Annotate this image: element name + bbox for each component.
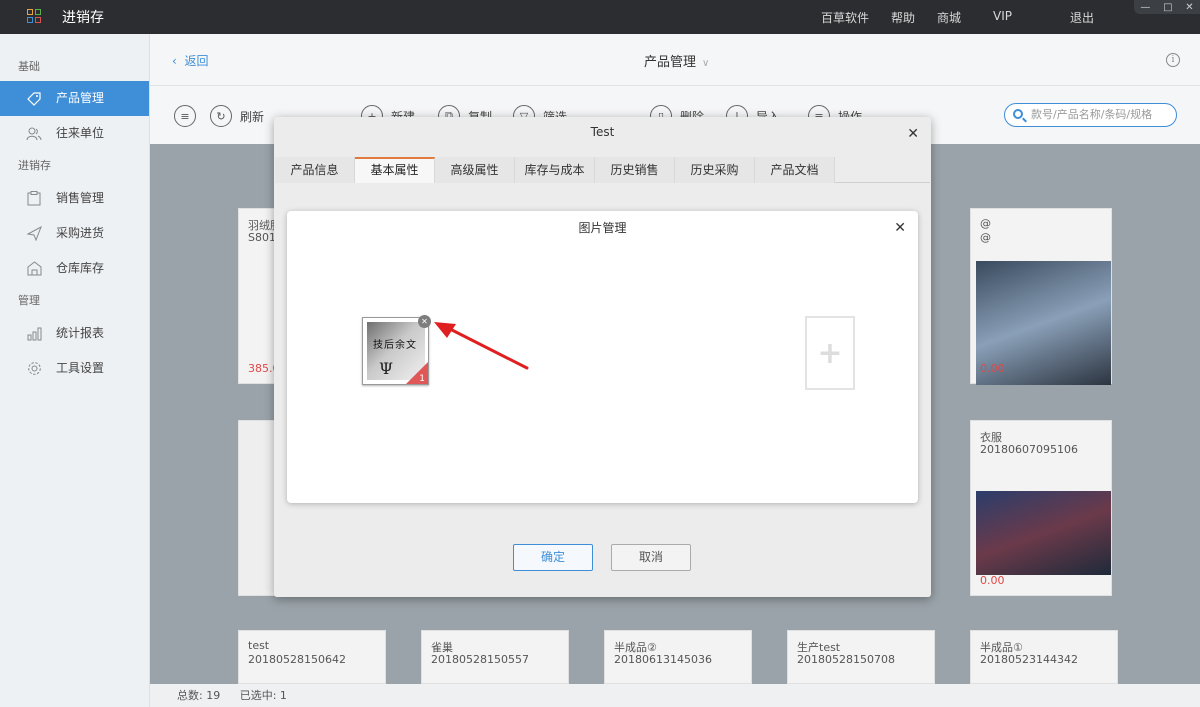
product-code: 20180528150642: [248, 653, 346, 666]
product-code: 20180523144342: [980, 653, 1078, 666]
app-logo-icon: [27, 9, 41, 23]
sidebar-item-label: 往来单位: [56, 126, 105, 140]
search-input[interactable]: 款号/产品名称/条码/规格: [1004, 103, 1177, 127]
bar-chart-icon: [26, 326, 42, 342]
product-code: 20180613145036: [614, 653, 712, 666]
menu-button[interactable]: ≡: [174, 105, 204, 127]
tab-product-docs[interactable]: 产品文档: [755, 157, 835, 183]
sidebar-item-products[interactable]: 产品管理: [0, 81, 149, 116]
thumbnail-caption: 技后余文: [373, 340, 417, 351]
search-placeholder: 款号/产品名称/条码/规格: [1031, 108, 1153, 121]
add-image-button[interactable]: +: [805, 316, 855, 390]
chevron-down-icon: ∨: [702, 58, 710, 69]
close-icon[interactable]: ✕: [907, 126, 919, 142]
close-window-icon[interactable]: ✕: [1185, 2, 1193, 13]
refresh-icon: ↻: [210, 105, 232, 127]
product-card[interactable]: 衣服 20180607095106 0.00: [970, 420, 1112, 596]
maximize-icon[interactable]: □: [1163, 2, 1172, 13]
product-price: 0.00: [980, 574, 1005, 587]
image-manager-dialog: 图片管理 ✕ 技后余文 Ψ 1 ✕ +: [287, 211, 918, 503]
back-button[interactable]: ‹ 返回: [172, 52, 208, 69]
sidebar-section-manage: 管理: [18, 294, 40, 307]
tab-advanced-attributes[interactable]: 高级属性: [435, 157, 515, 183]
cancel-button[interactable]: 取消: [611, 544, 691, 571]
search-icon: [1013, 109, 1023, 119]
product-card[interactable]: 半成品① 20180523144342: [970, 630, 1118, 684]
plane-icon: [26, 226, 42, 242]
sidebar-item-reports[interactable]: 统计报表: [0, 316, 149, 351]
list-icon: ≡: [174, 105, 196, 127]
sidebar-section-basic: 基础: [18, 60, 40, 73]
tab-purchase-history[interactable]: 历史采购: [675, 157, 755, 183]
tab-basic-attributes[interactable]: 基本属性: [355, 157, 435, 183]
dialog-tabs: 产品信息 基本属性 高级属性 库存与成本 历史销售 历史采购 产品文档: [275, 157, 930, 183]
link-store[interactable]: 商城: [937, 9, 961, 26]
tab-sales-history[interactable]: 历史销售: [595, 157, 675, 183]
product-name: @: [980, 217, 991, 230]
app-title: 进销存: [62, 10, 104, 26]
sidebar-item-label: 销售管理: [56, 191, 105, 205]
link-logout[interactable]: 退出: [1070, 9, 1094, 26]
page-title[interactable]: 产品管理 ∨: [644, 51, 709, 70]
minimize-icon[interactable]: —: [1140, 2, 1150, 13]
product-code: 20180528150557: [431, 653, 529, 666]
product-card[interactable]: @ @ 0.00: [970, 208, 1112, 385]
tab-stock-cost[interactable]: 库存与成本: [515, 157, 595, 183]
back-label: 返回: [184, 54, 209, 68]
warehouse-icon: [26, 261, 42, 277]
image-manager-title: 图片管理: [578, 221, 627, 235]
sidebar-item-settings[interactable]: 工具设置: [0, 351, 149, 386]
clipboard-icon: [26, 191, 42, 207]
sidebar-item-label: 统计报表: [56, 326, 105, 340]
tab-product-info[interactable]: 产品信息: [275, 157, 355, 183]
refresh-label: 刷新: [240, 109, 265, 124]
info-icon[interactable]: i: [1166, 53, 1180, 67]
product-card[interactable]: 生产test 20180528150708: [787, 630, 935, 684]
image-thumbnail[interactable]: 技后余文 Ψ 1: [362, 317, 429, 385]
window-controls: — □ ✕: [1134, 0, 1200, 14]
close-icon[interactable]: ✕: [894, 220, 906, 236]
page-title-text: 产品管理: [644, 55, 697, 70]
sidebar-item-warehouse[interactable]: 仓库库存: [0, 251, 149, 286]
plus-icon: +: [817, 335, 843, 371]
sidebar-section-inventory: 进销存: [18, 159, 51, 172]
sidebar-item-label: 仓库库存: [56, 261, 105, 275]
product-code: 20180607095106: [980, 443, 1078, 456]
top-links: 百草软件 帮助 商城 VIP 退出: [799, 9, 1094, 26]
sidebar-item-partners[interactable]: 往来单位: [0, 116, 149, 151]
total-count: 总数: 19: [177, 689, 221, 702]
sidebar-item-label: 产品管理: [56, 91, 105, 105]
product-card[interactable]: test 20180528150642: [238, 630, 386, 684]
status-bar: 总数: 19 已选中: 1: [150, 684, 1200, 707]
selected-count: 已选中: 1: [239, 689, 287, 702]
product-card[interactable]: 半成品② 20180613145036: [604, 630, 752, 684]
title-bar: 进销存 百草软件 帮助 商城 VIP 退出 — □ ✕: [0, 0, 1200, 34]
confirm-button[interactable]: 确定: [513, 544, 593, 571]
product-price: 0.00: [980, 362, 1005, 375]
link-baicao[interactable]: 百草软件: [821, 9, 869, 26]
sidebar-item-sales[interactable]: 销售管理: [0, 181, 149, 216]
sidebar: 基础 产品管理 往来单位 进销存 销售管理 采购进货 仓库库存 管理 统计报表 …: [0, 34, 150, 707]
product-code: 20180528150708: [797, 653, 895, 666]
sidebar-item-label: 工具设置: [56, 361, 105, 375]
sidebar-item-purchase[interactable]: 采购进货: [0, 216, 149, 251]
dialog-title: Test: [590, 125, 615, 139]
tree-icon: Ψ: [379, 359, 394, 378]
product-name: test: [248, 639, 270, 652]
link-vip[interactable]: VIP: [993, 9, 1012, 26]
tag-icon: [26, 91, 42, 107]
product-image: [976, 491, 1111, 575]
link-help[interactable]: 帮助: [891, 9, 915, 26]
main-header: ‹ 返回 产品管理 ∨ i: [150, 34, 1200, 86]
gear-icon: [26, 361, 42, 377]
image-index: 1: [419, 374, 425, 384]
sidebar-item-label: 采购进货: [56, 226, 105, 240]
product-card[interactable]: 雀巢 20180528150557: [421, 630, 569, 684]
annotation-arrow-icon: [434, 322, 529, 370]
users-icon: [26, 126, 42, 142]
product-code: S801: [248, 231, 276, 244]
product-code: @: [980, 231, 991, 244]
refresh-button[interactable]: ↻ 刷新: [210, 105, 264, 127]
